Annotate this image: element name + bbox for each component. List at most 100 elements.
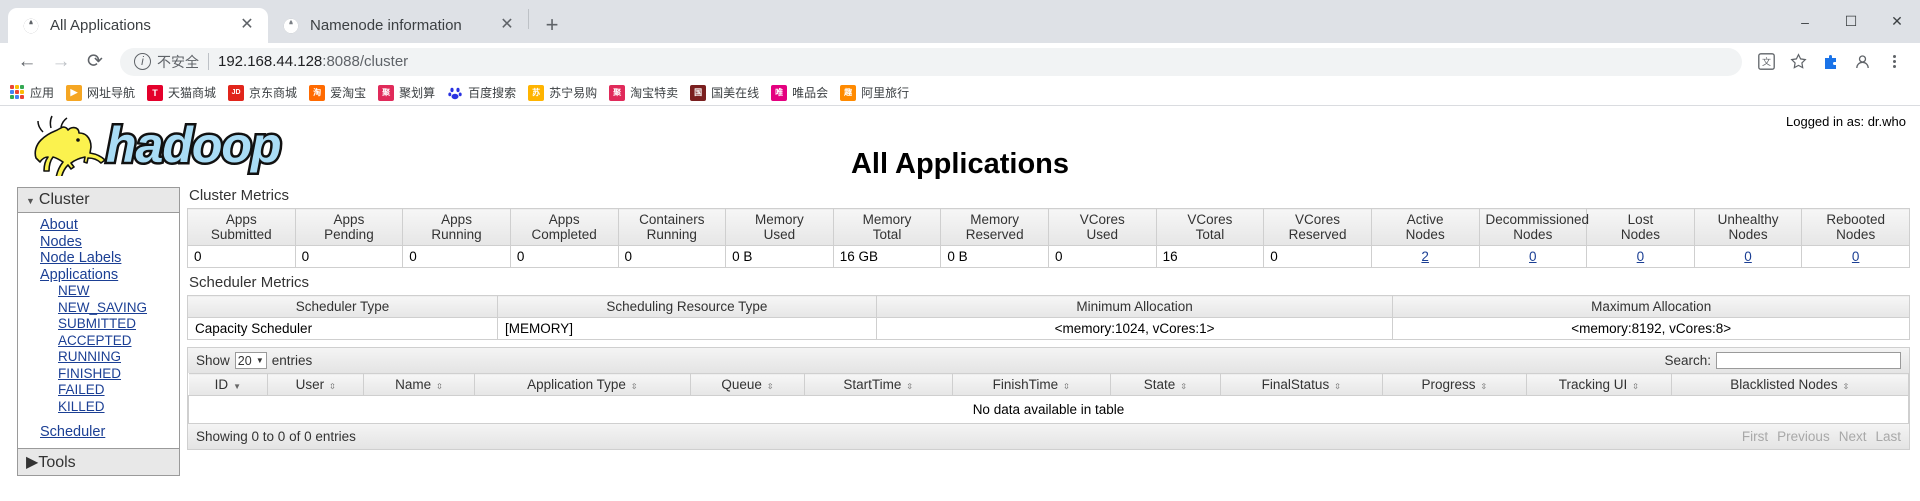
col-finalstatus[interactable]: FinalStatus ⇳ bbox=[1220, 373, 1383, 396]
bookmark-item-10[interactable]: 唯 唯品会 bbox=[771, 84, 828, 101]
unhealthy-nodes-link[interactable]: 0 bbox=[1744, 249, 1752, 264]
rebooted-nodes-link[interactable]: 0 bbox=[1852, 249, 1860, 264]
maximize-icon[interactable]: ☐ bbox=[1828, 0, 1874, 43]
bookmark-item-4[interactable]: 淘 爱淘宝 bbox=[309, 84, 366, 101]
col-lost-nodes: Lost Nodes bbox=[1586, 208, 1695, 246]
sort-icon: ⇳ bbox=[1334, 382, 1341, 391]
browser-tab-0[interactable]: All Applications ✕ bbox=[8, 8, 268, 43]
val-lost-nodes: 0 bbox=[1586, 245, 1695, 268]
pagination-last[interactable]: Last bbox=[1875, 429, 1901, 444]
new-tab-button[interactable]: + bbox=[535, 8, 569, 42]
datatable-controls: Show 20 ▼ entries Search: bbox=[188, 348, 1909, 373]
bookmark-item-7[interactable]: 苏 苏宁易购 bbox=[528, 84, 597, 101]
globe-icon bbox=[22, 17, 40, 35]
menu-icon[interactable] bbox=[1878, 46, 1910, 78]
minimize-icon[interactable]: – bbox=[1782, 0, 1828, 43]
col-application-type[interactable]: Application Type ⇳ bbox=[474, 373, 692, 396]
bookmark-item-5[interactable]: 聚 聚划算 bbox=[378, 84, 435, 101]
page-length-select[interactable]: 20 ▼ bbox=[234, 352, 267, 369]
sidebar-item-new[interactable]: NEW bbox=[18, 283, 179, 300]
col-starttime[interactable]: StartTime ⇳ bbox=[804, 373, 953, 396]
sidebar-item-node-labels[interactable]: Node Labels bbox=[18, 250, 179, 267]
bookmark-label: 百度搜索 bbox=[468, 86, 517, 100]
sidebar-item-accepted[interactable]: ACCEPTED bbox=[18, 333, 179, 350]
sidebar-item-about[interactable]: About bbox=[18, 217, 179, 234]
pagination-previous[interactable]: Previous bbox=[1777, 429, 1830, 444]
profile-icon[interactable] bbox=[1846, 46, 1878, 78]
bookmark-label: 阿里旅行 bbox=[861, 86, 910, 100]
sidebar-item-applications[interactable]: Applications bbox=[18, 267, 179, 284]
col-maximum-allocation: Maximum Allocation bbox=[1392, 295, 1910, 318]
bookmark-item-1[interactable]: ▶ 网址导航 bbox=[66, 84, 135, 101]
bookmark-item-6[interactable]: 百度搜索 bbox=[447, 84, 516, 101]
lost-nodes-link[interactable]: 0 bbox=[1637, 249, 1645, 264]
sidebar: ▼ Cluster About Nodes Node Labels Applica… bbox=[17, 187, 180, 476]
tab-title: All Applications bbox=[50, 17, 151, 34]
col-finishtime[interactable]: FinishTime ⇳ bbox=[952, 373, 1111, 396]
sort-icon: ⇳ bbox=[329, 382, 336, 391]
bookmark-item-2[interactable]: T 天猫商城 bbox=[147, 84, 216, 101]
bookmark-star-icon[interactable] bbox=[1782, 46, 1814, 78]
address-bar[interactable]: i 不安全 192.168.44.128:8088/cluster bbox=[120, 47, 1742, 76]
sidebar-item-running[interactable]: RUNNING bbox=[18, 349, 179, 366]
col-queue[interactable]: Queue ⇳ bbox=[690, 373, 805, 396]
col-id[interactable]: ID ▼ bbox=[188, 373, 269, 396]
cluster-label: Cluster bbox=[38, 191, 90, 208]
sidebar-item-submitted[interactable]: SUBMITTED bbox=[18, 316, 179, 333]
decommissioned-nodes-link[interactable]: 0 bbox=[1529, 249, 1537, 264]
search-input[interactable] bbox=[1716, 352, 1901, 369]
val-vcores-total: 16 bbox=[1155, 245, 1265, 268]
col-user[interactable]: User ⇳ bbox=[267, 373, 365, 396]
browser-tab-1[interactable]: Namenode information ✕ bbox=[268, 8, 528, 43]
browser-toolbar: ← → ⟳ i 不安全 192.168.44.128:8088/cluster … bbox=[0, 43, 1920, 80]
sort-icon: ⇳ bbox=[1180, 382, 1188, 391]
col-name[interactable]: Name ⇳ bbox=[363, 373, 475, 396]
sort-desc-icon: ▼ bbox=[233, 382, 242, 391]
bookmark-item-11[interactable]: 趣 阿里旅行 bbox=[840, 84, 909, 101]
tab-strip: All Applications ✕ Namenode information … bbox=[0, 0, 1920, 43]
col-memory-used: Memory Used bbox=[725, 208, 834, 246]
sidebar-section-cluster[interactable]: ▼ Cluster bbox=[18, 188, 179, 213]
baidu-icon bbox=[447, 84, 464, 101]
val-memory-total: 16 GB bbox=[832, 245, 942, 268]
sidebar-section-tools[interactable]: ▶Tools bbox=[17, 448, 180, 476]
info-circle-icon[interactable]: i bbox=[134, 53, 151, 70]
col-blacklisted-nodes[interactable]: Blacklisted Nodes ⇳ bbox=[1671, 373, 1910, 396]
close-icon[interactable]: ✕ bbox=[498, 16, 516, 35]
bookmark-item-8[interactable]: 聚 淘宝特卖 bbox=[609, 84, 678, 101]
page-length-value: 20 bbox=[237, 353, 252, 368]
bookmark-item-0[interactable]: 应用 bbox=[9, 84, 54, 101]
bookmark-item-3[interactable]: JD 京东商城 bbox=[228, 84, 297, 101]
translate-icon[interactable]: 文 bbox=[1750, 46, 1782, 78]
sidebar-item-scheduler[interactable]: Scheduler bbox=[18, 424, 179, 441]
col-vcores-total: VCores Total bbox=[1155, 208, 1265, 246]
table-empty-row: No data available in table bbox=[188, 395, 1909, 424]
val-maximum-allocation: <memory:8192, vCores:8> bbox=[1392, 317, 1910, 340]
active-nodes-link[interactable]: 2 bbox=[1421, 249, 1429, 264]
close-window-icon[interactable]: ✕ bbox=[1874, 0, 1920, 43]
back-icon[interactable]: ← bbox=[10, 45, 44, 79]
col-progress[interactable]: Progress ⇳ bbox=[1382, 373, 1528, 396]
bookmark-item-9[interactable]: 国 国美在线 bbox=[690, 84, 759, 101]
main-content: Cluster Metrics Apps Submitted Apps Pendin… bbox=[187, 187, 1910, 450]
col-minimum-allocation: Minimum Allocation bbox=[875, 295, 1394, 318]
sidebar-item-nodes[interactable]: Nodes bbox=[18, 234, 179, 251]
close-icon[interactable]: ✕ bbox=[238, 16, 256, 35]
reload-icon[interactable]: ⟳ bbox=[78, 45, 112, 79]
val-unhealthy-nodes: 0 bbox=[1693, 245, 1803, 268]
val-memory-used: 0 B bbox=[725, 245, 834, 268]
sidebar-item-new-saving[interactable]: NEW_SAVING bbox=[18, 300, 179, 317]
forward-icon[interactable]: → bbox=[44, 45, 78, 79]
col-state[interactable]: State ⇳ bbox=[1110, 373, 1221, 396]
pagination-first[interactable]: First bbox=[1742, 429, 1768, 444]
sidebar-item-failed[interactable]: FAILED bbox=[18, 382, 179, 399]
extension-icon[interactable] bbox=[1814, 46, 1846, 78]
pagination-next[interactable]: Next bbox=[1839, 429, 1867, 444]
datatable-footer: Showing 0 to 0 of 0 entries First Previo… bbox=[188, 424, 1909, 449]
sidebar-item-killed[interactable]: KILLED bbox=[18, 399, 179, 416]
col-tracking-ui[interactable]: Tracking UI ⇳ bbox=[1526, 373, 1672, 396]
sort-icon: ⇳ bbox=[906, 382, 914, 391]
sidebar-item-finished[interactable]: FINISHED bbox=[18, 366, 179, 383]
val-active-nodes: 2 bbox=[1370, 245, 1480, 268]
cluster-metrics-table: Apps Submitted Apps Pending Apps Running Ap… bbox=[187, 208, 1910, 268]
